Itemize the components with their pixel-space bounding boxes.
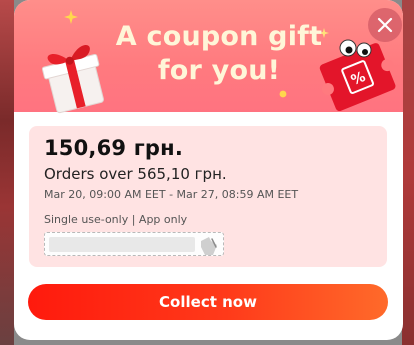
pointer-hand-icon xyxy=(201,237,217,255)
coupon-restrictions: Single use-only | App only xyxy=(44,213,188,226)
coupon-gift-modal: A coupon gift for you! % 150,69 грн. Ord… xyxy=(14,0,403,340)
background-page-left xyxy=(0,0,14,345)
sparkle-icon xyxy=(64,10,78,24)
coupon-validity: Mar 20, 09:00 AM EET - Mar 27, 08:59 AM … xyxy=(44,188,299,201)
modal-header: A coupon gift for you! % xyxy=(14,0,403,114)
collect-now-button[interactable]: Collect now xyxy=(28,284,388,320)
gift-box-icon xyxy=(41,45,104,114)
coupon-code-field[interactable] xyxy=(44,232,224,256)
close-button[interactable] xyxy=(368,8,402,42)
title-line-1: A coupon gift xyxy=(115,21,323,52)
modal-title: A coupon gift for you! xyxy=(114,20,324,88)
coupon-ticket-icon: % xyxy=(319,39,396,112)
page-backdrop: A coupon gift for you! % 150,69 грн. Ord… xyxy=(0,0,414,345)
coupon-amount: 150,69 грн. xyxy=(44,136,184,160)
coupon-code-hidden xyxy=(49,237,195,252)
title-line-2: for you! xyxy=(157,55,281,86)
close-icon xyxy=(377,17,393,33)
coupon-card: 150,69 грн. Orders over 565,10 грн. Mar … xyxy=(29,126,387,267)
background-page-right xyxy=(402,0,414,345)
sparkle-icon xyxy=(279,90,287,98)
coupon-condition: Orders over 565,10 грн. xyxy=(44,165,227,183)
